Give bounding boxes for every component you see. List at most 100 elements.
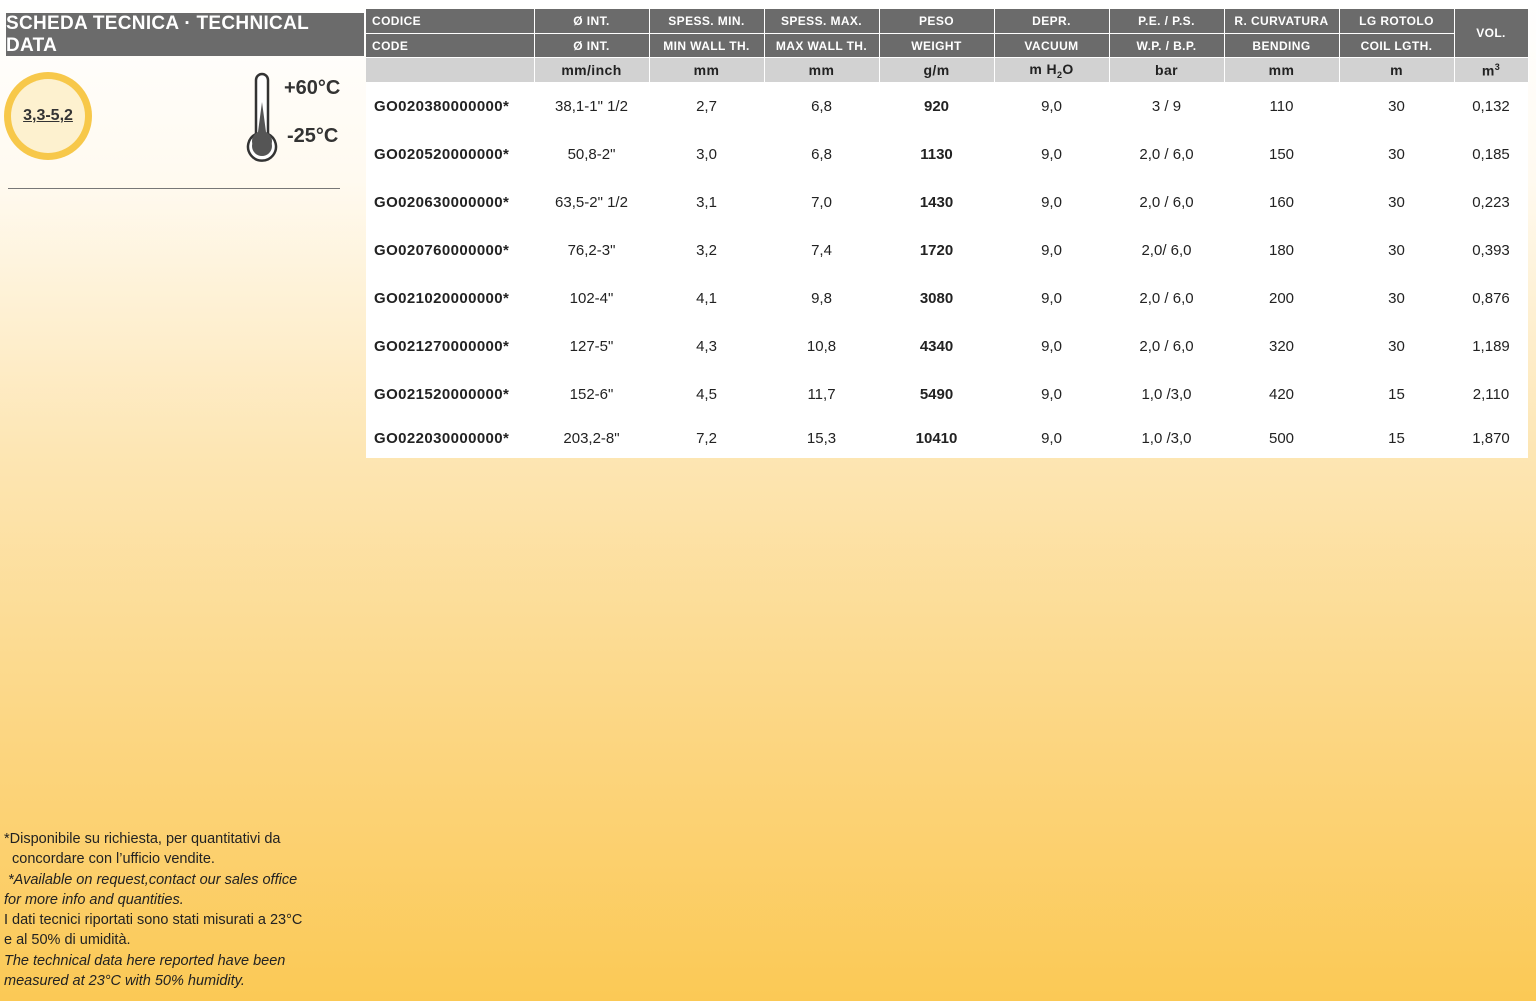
unit-coil: m xyxy=(1339,57,1455,82)
header-bending-it: R. CURVATURA xyxy=(1224,9,1340,34)
cell-bending: 160 xyxy=(1224,178,1339,226)
cell-max-wall: 7,0 xyxy=(764,178,879,226)
footnote: *Disponibile su richiesta, per quantitat… xyxy=(4,829,334,991)
cell-max-wall: 6,8 xyxy=(764,82,879,130)
cell-volume: 0,132 xyxy=(1454,82,1528,130)
cell-diameter: 102-4" xyxy=(534,274,649,322)
cell-weight: 5490 xyxy=(879,370,994,418)
header-min-wall-en: MIN WALL TH. xyxy=(649,33,765,58)
cell-pressure: 1,0 /3,0 xyxy=(1109,370,1224,418)
cell-diameter: 76,2-3" xyxy=(534,226,649,274)
cell-code: GO021020000000* xyxy=(366,274,534,322)
cell-volume: 1,189 xyxy=(1454,322,1528,370)
header-vacuum-it: DEPR. xyxy=(994,9,1110,34)
header-coil-en: COIL LGTH. xyxy=(1339,33,1455,58)
table-row: GO020760000000* 76,2-3" 3,2 7,4 1720 9,0 2,0/ … xyxy=(366,226,1528,274)
technical-data-table: CODICE Ø INT. SPESS. MIN. SPESS. MAX. PE… xyxy=(366,9,1529,458)
header-row-it: CODICE Ø INT. SPESS. MIN. SPESS. MAX. PE… xyxy=(366,9,1529,58)
cell-min-wall: 4,1 xyxy=(649,274,764,322)
cell-pressure: 2,0 / 6,0 xyxy=(1109,274,1224,322)
cell-weight: 1130 xyxy=(879,130,994,178)
cell-volume: 1,870 xyxy=(1454,418,1528,458)
unit-vacuum: m H2O xyxy=(994,57,1110,82)
cell-code: GO020630000000* xyxy=(366,178,534,226)
table-row: GO020630000000* 63,5-2" 1/2 3,1 7,0 1430 9,0 2… xyxy=(366,178,1528,226)
footnote-line: The technical data here reported have be… xyxy=(4,952,286,969)
cell-code: GO021520000000* xyxy=(366,370,534,418)
cell-min-wall: 4,3 xyxy=(649,322,764,370)
header-weight-it: PESO xyxy=(879,9,995,34)
cell-min-wall: 4,5 xyxy=(649,370,764,418)
cell-vacuum: 9,0 xyxy=(994,370,1109,418)
cell-volume: 0,393 xyxy=(1454,226,1528,274)
header-min-wall-it: SPESS. MIN. xyxy=(649,9,765,34)
table-row: GO021020000000* 102-4" 4,1 9,8 3080 9,0 2,0 / … xyxy=(366,274,1528,322)
unit-bending: mm xyxy=(1224,57,1340,82)
footnote-line: e al 50% di umidità. xyxy=(4,932,131,949)
cell-diameter: 152-6" xyxy=(534,370,649,418)
unit-max-wall: mm xyxy=(764,57,880,82)
footnote-line: *Disponibile su richiesta, per quantitat… xyxy=(4,831,281,847)
cell-max-wall: 15,3 xyxy=(764,418,879,458)
cell-min-wall: 3,2 xyxy=(649,226,764,274)
header-pressure-it: P.E. / P.S. xyxy=(1109,9,1225,34)
cell-weight: 1430 xyxy=(879,178,994,226)
header-bending-en: BENDING xyxy=(1224,33,1340,58)
unit-volume: m3 xyxy=(1454,57,1529,82)
table-row: GO021270000000* 127-5" 4,3 10,8 4340 9,0 2,0 /… xyxy=(366,322,1528,370)
header-code-en: CODE xyxy=(366,33,535,58)
header-volume: VOL. xyxy=(1454,9,1529,58)
table-row: GO020380000000* 38,1-1" 1/2 2,7 6,8 920 9,0 3 … xyxy=(366,82,1528,130)
header-max-wall-it: SPESS. MAX. xyxy=(764,9,880,34)
cell-min-wall: 7,2 xyxy=(649,418,764,458)
cell-coil-length: 15 xyxy=(1339,370,1454,418)
unit-diameter: mm/inch xyxy=(534,57,650,82)
cell-coil-length: 30 xyxy=(1339,130,1454,178)
cell-diameter: 38,1-1" 1/2 xyxy=(534,82,649,130)
cell-bending: 320 xyxy=(1224,322,1339,370)
footnote-line: for more info and quantities. xyxy=(4,891,184,908)
footnote-line: concordare con l’ufficio vendite. xyxy=(4,851,215,868)
cell-vacuum: 9,0 xyxy=(994,322,1109,370)
units-row: mm/inch mm mm g/m m H2O bar mm m m3 xyxy=(366,57,1529,82)
divider xyxy=(8,188,340,189)
cell-vacuum: 9,0 xyxy=(994,274,1109,322)
cell-min-wall: 3,0 xyxy=(649,130,764,178)
cell-diameter: 63,5-2" 1/2 xyxy=(534,178,649,226)
table-row: GO021520000000* 152-6" 4,5 11,7 5490 9,0 1,0 /… xyxy=(366,370,1528,418)
table-row: GO020520000000* 50,8-2" 3,0 6,8 1130 9,0 2,0 /… xyxy=(366,130,1528,178)
footnote-line: measured at 23°C with 50% humidity. xyxy=(4,973,245,990)
cell-min-wall: 2,7 xyxy=(649,82,764,130)
cell-coil-length: 30 xyxy=(1339,274,1454,322)
cell-pressure: 3 / 9 xyxy=(1109,82,1224,130)
cell-weight: 4340 xyxy=(879,322,994,370)
cell-weight: 1720 xyxy=(879,226,994,274)
cell-code: GO020520000000* xyxy=(366,130,534,178)
unit-code xyxy=(366,57,535,82)
cell-code: GO021270000000* xyxy=(366,322,534,370)
cell-code: GO020760000000* xyxy=(366,226,534,274)
cell-coil-length: 30 xyxy=(1339,322,1454,370)
cell-bending: 180 xyxy=(1224,226,1339,274)
cell-vacuum: 9,0 xyxy=(994,226,1109,274)
header-diameter-en: Ø INT. xyxy=(534,33,650,58)
cell-pressure: 2,0/ 6,0 xyxy=(1109,226,1224,274)
cell-max-wall: 11,7 xyxy=(764,370,879,418)
header-diameter-it: Ø INT. xyxy=(534,9,650,34)
cell-bending: 200 xyxy=(1224,274,1339,322)
cell-volume: 0,185 xyxy=(1454,130,1528,178)
max-temperature: +60°C xyxy=(284,77,341,99)
cell-diameter: 50,8-2" xyxy=(534,130,649,178)
header-code-it: CODICE xyxy=(366,9,535,34)
header-coil-it: LG ROTOLO xyxy=(1339,9,1455,34)
cell-coil-length: 30 xyxy=(1339,178,1454,226)
cell-bending: 150 xyxy=(1224,130,1339,178)
cell-min-wall: 3,1 xyxy=(649,178,764,226)
cell-vacuum: 9,0 xyxy=(994,130,1109,178)
cell-weight: 920 xyxy=(879,82,994,130)
min-temperature: -25°C xyxy=(287,125,339,147)
cell-weight: 10410 xyxy=(879,418,994,458)
cell-coil-length: 30 xyxy=(1339,82,1454,130)
header-vacuum-en: VACUUM xyxy=(994,33,1110,58)
header-weight-en: WEIGHT xyxy=(879,33,995,58)
